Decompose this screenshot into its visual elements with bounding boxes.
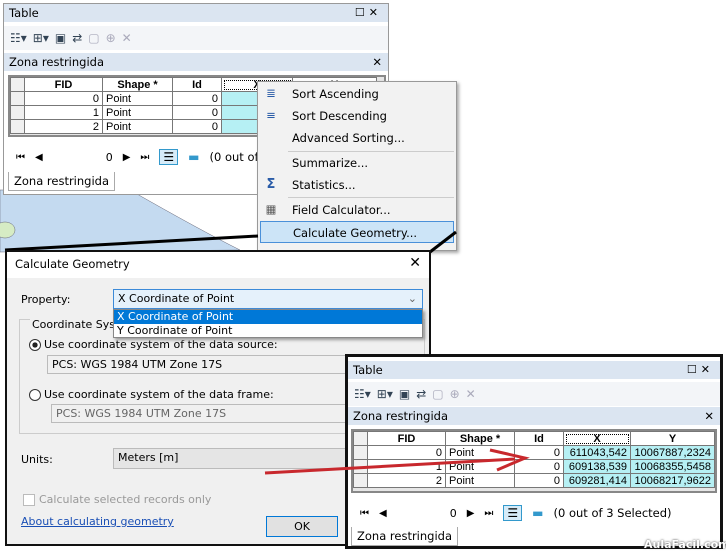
watermark: AulaFacil.com <box>644 538 726 551</box>
red-arrow-annotation <box>264 448 530 475</box>
